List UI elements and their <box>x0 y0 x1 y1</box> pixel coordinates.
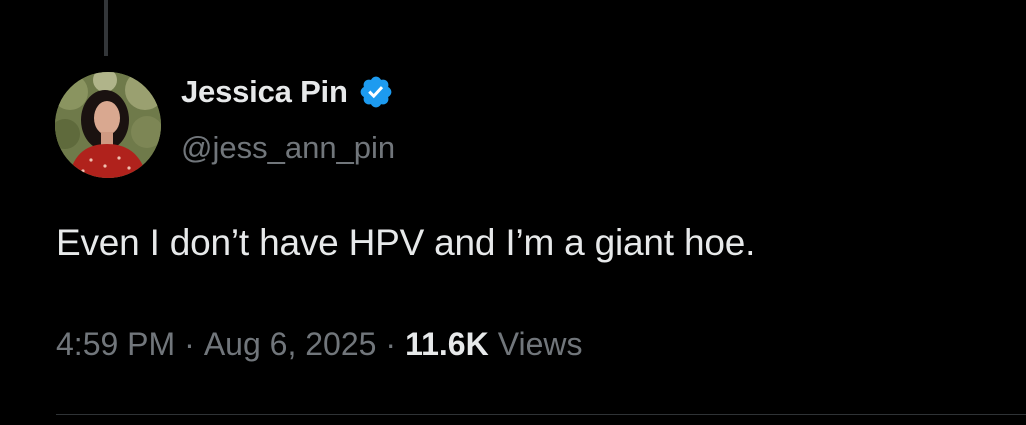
tweet-author[interactable]: Jessica Pin <box>181 74 394 110</box>
tweet-time[interactable]: 4:59 PM <box>56 326 175 363</box>
thread-connector-line <box>104 0 108 56</box>
author-handle[interactable]: @jess_ann_pin <box>181 130 395 166</box>
tweet-date[interactable]: Aug 6, 2025 <box>204 326 377 363</box>
profile-photo-icon <box>55 72 161 178</box>
divider <box>56 414 1026 415</box>
tweet-text: Even I don’t have HPV and I’m a giant ho… <box>56 222 756 263</box>
meta-separator: · <box>385 326 397 362</box>
verified-badge-icon[interactable] <box>358 74 394 110</box>
author-display-name[interactable]: Jessica Pin <box>181 74 348 110</box>
views-count[interactable]: 11.6K <box>405 326 489 363</box>
avatar[interactable] <box>55 72 161 178</box>
tweet-meta: 4:59 PM · Aug 6, 2025 · 11.6K Views <box>56 326 582 363</box>
meta-separator: · <box>184 326 195 362</box>
views-label[interactable]: Views <box>498 326 583 363</box>
